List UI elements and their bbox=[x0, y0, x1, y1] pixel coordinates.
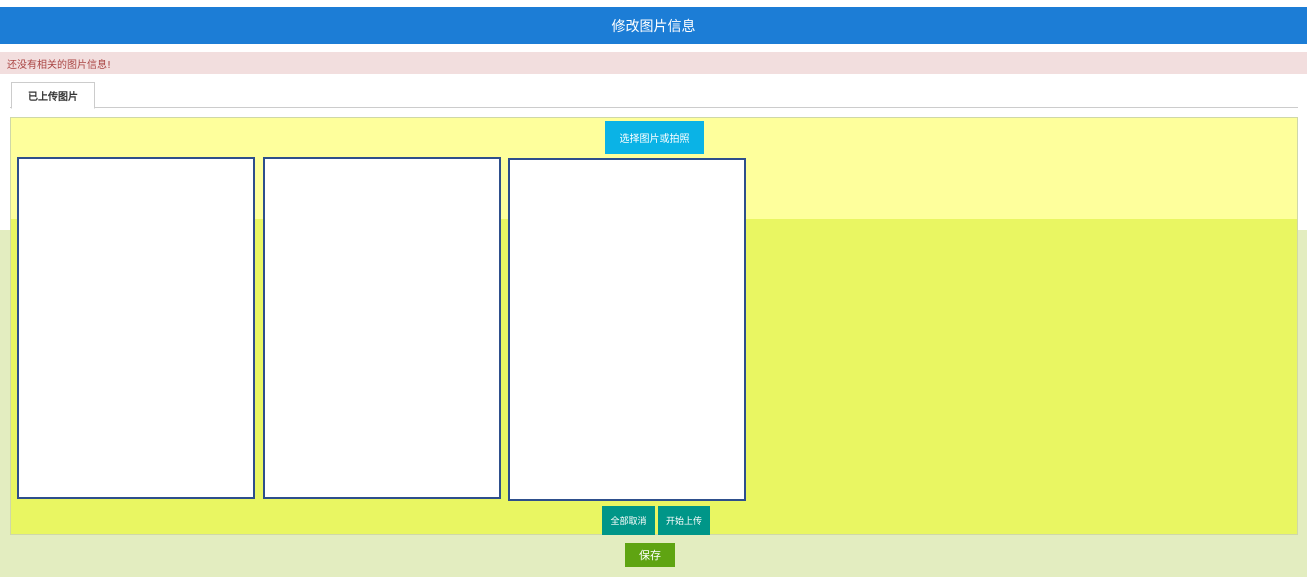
select-image-button[interactable]: 选择图片或拍照 bbox=[605, 121, 704, 154]
image-slot-1 bbox=[17, 157, 255, 499]
tab-uploaded-images[interactable]: 已上传图片 bbox=[11, 82, 95, 109]
image-slot-2 bbox=[263, 157, 501, 499]
image-slot-3 bbox=[508, 158, 746, 501]
cancel-all-button[interactable]: 全部取消 bbox=[602, 506, 655, 535]
tab-label: 已上传图片 bbox=[28, 92, 78, 103]
upload-panel: 选择图片或拍照 全部取消 开始上传 bbox=[10, 117, 1298, 535]
tab-bar: 已上传图片 bbox=[10, 82, 1298, 109]
alert-message: 还没有相关的图片信息! bbox=[0, 52, 1307, 74]
page-header: 修改图片信息 bbox=[0, 7, 1307, 44]
alert-text: 还没有相关的图片信息! bbox=[7, 59, 112, 71]
start-upload-button[interactable]: 开始上传 bbox=[658, 506, 710, 535]
page-title: 修改图片信息 bbox=[611, 18, 696, 35]
save-button[interactable]: 保存 bbox=[625, 543, 675, 567]
